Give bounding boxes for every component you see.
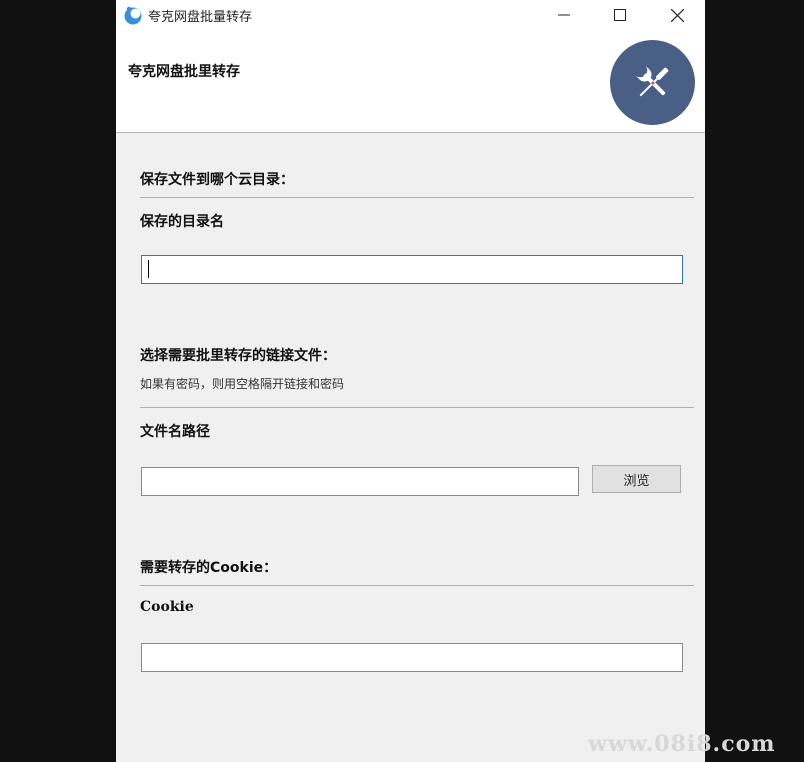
text-caret [148, 260, 149, 278]
minimize-icon [558, 14, 570, 16]
close-button[interactable] [649, 0, 705, 30]
header-banner: 夸克网盘批里转存 [116, 30, 705, 133]
tools-icon [634, 64, 668, 96]
directory-name-input[interactable] [141, 255, 683, 284]
browse-button[interactable]: 浏览 [592, 465, 681, 493]
directory-name-label: 保存的目录名 [140, 214, 224, 230]
cookie-section-title: 需要转存的Cookie： [140, 560, 278, 576]
file-path-input[interactable] [141, 467, 579, 496]
cookie-label: Cookie [140, 599, 194, 615]
close-icon [670, 8, 684, 22]
header-badge [610, 40, 695, 125]
app-window: 夸克网盘批量转存 夸克网盘批里转存 保存文件到哪个云目录： 保存的目录名 选择需… [116, 0, 705, 762]
cookie-section-divider [140, 585, 694, 586]
minimize-button[interactable] [536, 0, 592, 30]
cookie-input[interactable] [141, 643, 683, 672]
link-section-title: 选择需要批里转存的链接文件： [140, 348, 336, 364]
site-watermark: www.08i8.com [588, 731, 776, 757]
header-title: 夸克网盘批里转存 [128, 64, 240, 80]
save-section-title: 保存文件到哪个云目录： [140, 172, 294, 188]
window-title: 夸克网盘批量转存 [148, 10, 253, 25]
save-section-divider [140, 197, 694, 198]
maximize-button[interactable] [592, 0, 648, 30]
app-logo-icon [124, 6, 142, 25]
link-section-divider [140, 407, 694, 408]
link-section-hint: 如果有密码，则用空格隔开链接和密码 [140, 377, 345, 391]
file-path-label: 文件名路径 [140, 424, 210, 440]
title-bar[interactable]: 夸克网盘批量转存 [116, 0, 705, 30]
maximize-icon [614, 9, 626, 21]
